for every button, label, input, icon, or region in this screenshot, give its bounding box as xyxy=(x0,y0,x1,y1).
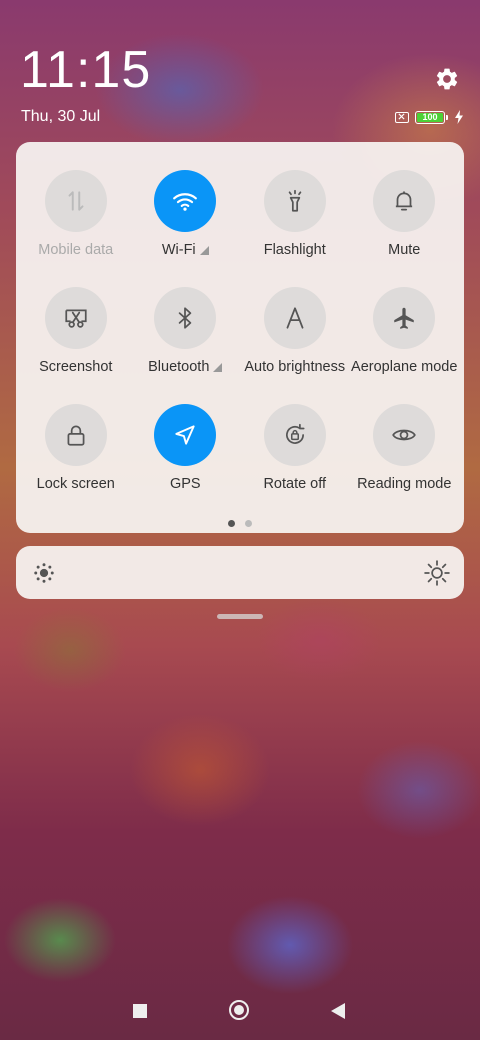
mute-toggle[interactable] xyxy=(373,170,436,232)
tile-wi-fi[interactable]: Wi-Fi xyxy=(131,170,241,287)
tile-lock-screen[interactable]: Lock screen xyxy=(21,404,131,521)
gps-toggle[interactable] xyxy=(154,404,217,466)
eye-icon xyxy=(392,429,417,441)
expand-caret-icon[interactable] xyxy=(199,245,209,255)
page-dot xyxy=(245,520,252,527)
wi-fi-label-text: Wi-Fi xyxy=(161,242,196,258)
reading-mode-toggle[interactable] xyxy=(373,404,436,466)
tile-mobile-data[interactable]: Mobile data xyxy=(21,170,131,287)
home-button[interactable] xyxy=(229,1000,249,1020)
tile-label: Wi-Fi xyxy=(162,242,209,258)
brightness-high-icon xyxy=(424,560,450,586)
mobile-data-label-text: Mobile data xyxy=(38,242,114,258)
navigation-bar xyxy=(0,990,480,1034)
rotate-off-label-text: Rotate off xyxy=(263,476,327,492)
rotate-off-toggle[interactable] xyxy=(263,404,326,466)
no-sim-icon xyxy=(395,111,409,123)
tile-bluetooth[interactable]: Bluetooth xyxy=(131,287,241,404)
tile-label: Mobile data xyxy=(38,242,113,258)
flashlight-icon xyxy=(288,189,302,212)
page-indicator xyxy=(16,520,464,527)
auto-brightness-toggle[interactable] xyxy=(263,287,326,349)
bluetooth-toggle[interactable] xyxy=(154,287,217,349)
expand-caret-icon[interactable] xyxy=(213,362,223,372)
battery-level: 100 xyxy=(417,112,443,122)
reading-mode-label-text: Reading mode xyxy=(357,476,452,492)
lock-screen-toggle[interactable] xyxy=(44,404,107,466)
tile-rotate-off[interactable]: Rotate off xyxy=(240,404,350,521)
mobile-data-toggle[interactable] xyxy=(44,170,107,232)
tile-gps[interactable]: GPS xyxy=(131,404,241,521)
airplane-icon xyxy=(394,307,414,329)
wi-fi-toggle[interactable] xyxy=(154,170,217,232)
tile-label: Lock screen xyxy=(37,476,115,492)
tile-label: Mute xyxy=(388,242,420,258)
charging-bolt-icon xyxy=(455,110,463,124)
mute-label-text: Mute xyxy=(388,242,421,258)
wifi-icon xyxy=(173,193,198,211)
quick-settings-grid: Mobile data Wi-Fi Flashlight Mute Screenshot… xyxy=(16,170,469,521)
panel-drag-handle[interactable] xyxy=(217,614,263,619)
tile-auto-brightness[interactable]: Auto brightness xyxy=(240,287,350,404)
back-button[interactable] xyxy=(331,1003,345,1019)
page-dot-active xyxy=(228,520,235,527)
tile-label: Reading mode xyxy=(357,476,451,492)
gps-label-text: GPS xyxy=(169,476,201,492)
tile-label: Auto brightness xyxy=(244,359,345,375)
brightness-slider[interactable] xyxy=(16,546,464,599)
mobile-data-icon xyxy=(68,191,84,211)
brightness-low-icon xyxy=(34,563,54,583)
scissors-icon xyxy=(65,309,87,328)
rotation-lock-icon xyxy=(285,423,305,444)
tile-label: Aeroplane mode xyxy=(351,359,457,375)
flashlight-label-text: Flashlight xyxy=(263,242,326,258)
auto-brightness-icon xyxy=(286,307,304,329)
status-icons: 100 xyxy=(395,110,464,124)
tile-label: Rotate off xyxy=(263,476,326,492)
tile-screenshot[interactable]: Screenshot xyxy=(21,287,131,404)
tile-label: GPS xyxy=(170,476,201,492)
lock-icon xyxy=(67,425,85,446)
gear-icon[interactable] xyxy=(434,66,460,92)
auto-brightness-label-text: Auto brightness xyxy=(244,359,346,375)
bluetooth-icon xyxy=(178,307,192,329)
date-label: Thu, 30 Jul xyxy=(21,108,101,125)
aeroplane-mode-label-text: Aeroplane mode xyxy=(351,359,458,375)
location-icon xyxy=(175,425,195,445)
tile-flashlight[interactable]: Flashlight xyxy=(240,170,350,287)
tile-label: Bluetooth xyxy=(148,359,223,375)
tile-mute[interactable]: Mute xyxy=(350,170,460,287)
tile-label: Flashlight xyxy=(264,242,326,258)
tile-reading-mode[interactable]: Reading mode xyxy=(350,404,460,521)
lock-screen-label-text: Lock screen xyxy=(36,476,115,492)
screenshot-toggle[interactable] xyxy=(44,287,107,349)
tile-aeroplane-mode[interactable]: Aeroplane mode xyxy=(350,287,460,404)
tile-label: Screenshot xyxy=(39,359,112,375)
screenshot-label-text: Screenshot xyxy=(39,359,113,375)
clock-time: 11:15 xyxy=(20,41,152,99)
flashlight-toggle[interactable] xyxy=(263,170,326,232)
recents-button[interactable] xyxy=(133,1004,147,1018)
aeroplane-mode-toggle[interactable] xyxy=(373,287,436,349)
battery-icon: 100 xyxy=(415,110,448,124)
quick-settings-panel: Mobile data Wi-Fi Flashlight Mute Screenshot… xyxy=(16,142,464,533)
bell-icon xyxy=(396,191,413,211)
bluetooth-label-text: Bluetooth xyxy=(148,359,210,375)
